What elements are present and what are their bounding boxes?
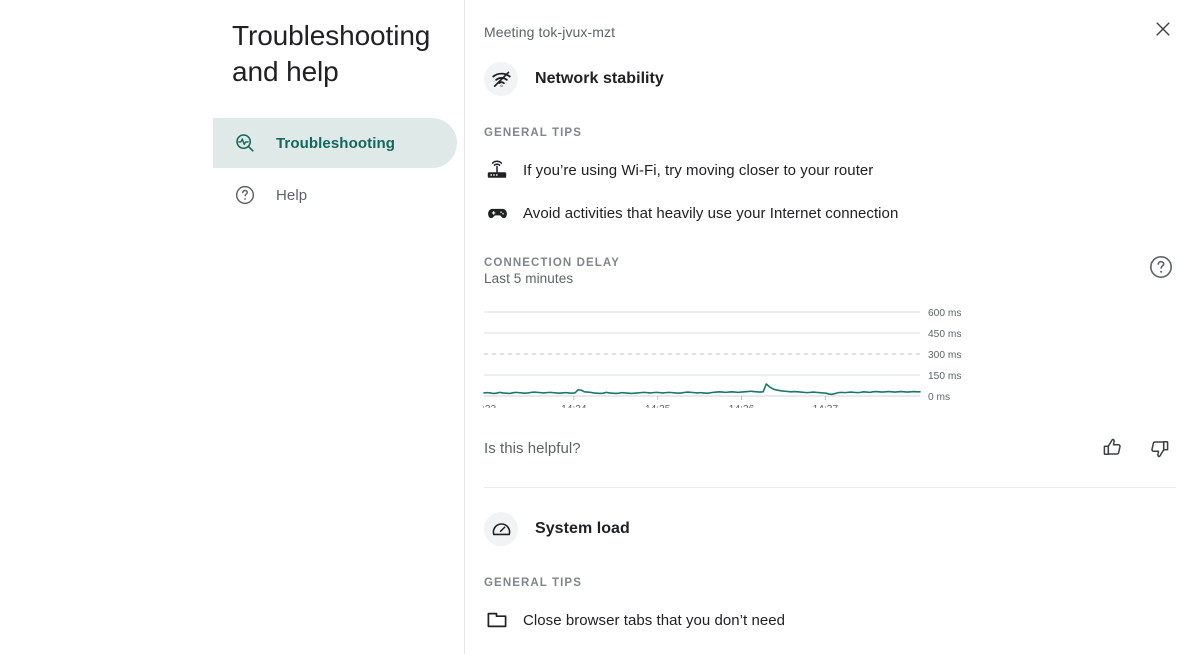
x-axis-tick-label: 14:35 bbox=[645, 404, 671, 408]
thumb-down-icon[interactable] bbox=[1142, 431, 1176, 465]
browser-tab-icon bbox=[484, 608, 510, 632]
x-axis-tick-label: :33 bbox=[482, 404, 496, 408]
help-circle-icon bbox=[233, 183, 257, 207]
tip-row: Close browser tabs that you don’t need bbox=[465, 608, 1200, 632]
troubleshooting-icon bbox=[233, 131, 257, 155]
meeting-code-label: Meeting tok-jvux-mzt bbox=[484, 22, 615, 42]
connection-delay-chart-svg: 0 ms 150 ms 300 ms 450 ms 600 ms :33 14:34 14:3… bbox=[465, 300, 1200, 408]
sidebar-item-label: Troubleshooting bbox=[276, 135, 395, 152]
y-axis-tick-label: 300 ms bbox=[928, 350, 961, 361]
y-axis-tick-label: 450 ms bbox=[928, 329, 961, 340]
sidebar: Troubleshooting and help Troubleshooting bbox=[0, 0, 465, 654]
sidebar-item-help[interactable]: Help bbox=[213, 170, 457, 220]
section-title: System load bbox=[535, 520, 630, 538]
x-axis-tick-label: 14:37 bbox=[813, 404, 839, 408]
general-tips-heading: GENERAL TIPS bbox=[465, 127, 1200, 139]
general-tips-heading: GENERAL TIPS bbox=[465, 577, 1200, 589]
speedometer-icon bbox=[484, 512, 518, 546]
panel-header: Meeting tok-jvux-mzt bbox=[465, 0, 1200, 42]
x-axis-tick-label: 14:36 bbox=[729, 404, 755, 408]
tip-row: Avoid activities that heavily use your I… bbox=[465, 201, 1200, 226]
router-icon bbox=[484, 158, 510, 182]
content-panel: Meeting tok-jvux-mzt Network stabilit bbox=[465, 0, 1200, 654]
sidebar-item-troubleshooting[interactable]: Troubleshooting bbox=[213, 118, 457, 168]
connection-delay-chart: 0 ms 150 ms 300 ms 450 ms 600 ms :33 14:34 14:3… bbox=[465, 300, 1200, 408]
tip-text: Avoid activities that heavily use your I… bbox=[523, 205, 898, 222]
network-stability-section-header: Network stability bbox=[465, 62, 1200, 96]
connection-delay-header: CONNECTION DELAY Last 5 minutes bbox=[465, 226, 1200, 286]
tip-row: If you’re using Wi-Fi, try moving closer… bbox=[465, 158, 1200, 182]
system-load-section-header: System load bbox=[465, 512, 1200, 546]
feedback-row: Is this helpful? bbox=[484, 431, 1176, 488]
section-title: Network stability bbox=[535, 70, 664, 88]
tip-text: If you’re using Wi-Fi, try moving closer… bbox=[523, 162, 873, 179]
y-axis-tick-label: 150 ms bbox=[928, 371, 961, 382]
y-axis-tick-label: 600 ms bbox=[928, 308, 961, 319]
y-axis-tick-label: 0 ms bbox=[928, 392, 950, 403]
help-circle-icon[interactable] bbox=[1146, 252, 1176, 282]
wifi-off-icon bbox=[484, 62, 518, 96]
connection-delay-heading: CONNECTION DELAY bbox=[465, 257, 1146, 269]
close-icon[interactable] bbox=[1150, 16, 1176, 42]
x-axis-tick-label: 14:34 bbox=[561, 404, 587, 408]
thumb-up-icon[interactable] bbox=[1096, 431, 1130, 465]
sidebar-item-label: Help bbox=[276, 187, 307, 204]
page-title: Troubleshooting and help bbox=[0, 18, 502, 90]
feedback-label: Is this helpful? bbox=[484, 440, 581, 457]
gamepad-icon bbox=[484, 201, 510, 226]
connection-delay-subtitle: Last 5 minutes bbox=[465, 271, 1146, 286]
connection-delay-line bbox=[484, 384, 920, 394]
feedback-buttons bbox=[1084, 431, 1176, 465]
sidebar-nav: Troubleshooting Help bbox=[0, 118, 464, 220]
troubleshooting-and-help-dialog: Troubleshooting and help Troubleshooting bbox=[0, 0, 1200, 654]
tip-text: Close browser tabs that you don’t need bbox=[523, 612, 785, 629]
